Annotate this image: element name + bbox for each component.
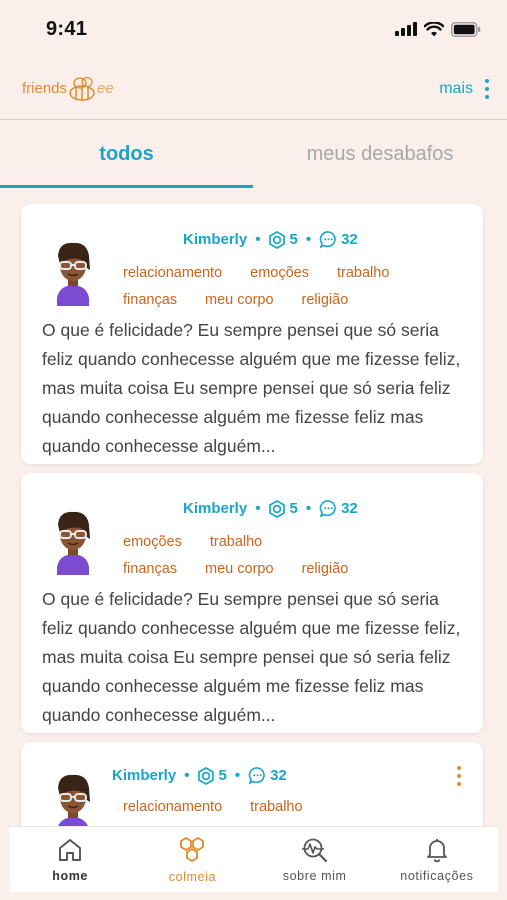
hive-count-value: 5 [218, 767, 227, 784]
separator-dot: • [234, 767, 241, 784]
comment-count[interactable]: 32 [319, 230, 358, 249]
comment-bubble-icon [319, 231, 336, 249]
nav-label: colmeia [168, 869, 217, 884]
post-meta: Kimberly • 5 • 32 [183, 499, 358, 518]
tag[interactable]: religião [302, 556, 349, 583]
tag[interactable]: meu corpo [205, 287, 274, 314]
nav-colmeia[interactable]: colmeia [131, 827, 253, 892]
comment-count[interactable]: 32 [319, 499, 358, 518]
hive-count[interactable]: 5 [268, 230, 298, 249]
nav-home[interactable]: home [9, 827, 131, 892]
nav-sobre-mim[interactable]: sobre mim [254, 827, 376, 892]
avatar [57, 511, 90, 575]
status-bar: 9:41 [0, 0, 507, 58]
app-header: friends ee mais [0, 58, 507, 120]
bee-icon [69, 76, 95, 101]
hexagon-gear-icon [198, 766, 215, 785]
post-meta: Kimberly • 5 • 32 [112, 766, 287, 785]
comment-count-value: 32 [341, 231, 358, 248]
hive-count-value: 5 [289, 231, 298, 248]
tab-meus-desabafos[interactable]: meus desabafos [253, 120, 507, 188]
tag-list: relacionamento trabalho [123, 794, 443, 821]
tag[interactable]: relacionamento [123, 260, 222, 287]
logo-text: friends [22, 80, 68, 97]
post-text[interactable]: O que é felicidade? Eu sempre pensei que… [42, 585, 467, 730]
tag-list: emoções trabalho finanças meu corpo reli… [123, 529, 443, 583]
separator-dot: • [305, 231, 312, 248]
status-time: 9:41 [46, 17, 88, 40]
post-meta: Kimberly • 5 • 32 [183, 230, 358, 249]
nav-label: sobre mim [282, 868, 347, 883]
nav-label: home [52, 868, 88, 883]
tab-todos[interactable]: todos [0, 120, 253, 188]
comment-bubble-icon [319, 500, 336, 518]
more-menu-button[interactable]: mais [439, 78, 489, 99]
separator-dot: • [255, 500, 261, 517]
tag[interactable]: finanças [123, 556, 177, 583]
post-card[interactable]: Kimberly • 5 • 32 relacionamento trabalh… [21, 742, 483, 826]
separator-dot: • [255, 231, 261, 248]
hive-count[interactable]: 5 [197, 766, 227, 785]
avatar [57, 242, 90, 306]
post-card[interactable]: Kimberly • 5 • 32 relacionamento emoções [21, 204, 483, 464]
comment-bubble-icon [248, 767, 265, 785]
separator-dot: • [305, 500, 312, 517]
hexagon-gear-icon [269, 230, 286, 249]
hexagon-gear-icon [269, 499, 286, 518]
tag[interactable]: emoções [123, 529, 182, 556]
wifi-icon [424, 21, 444, 36]
post-card[interactable]: Kimberly • 5 • 32 emoções trabalho finan… [21, 473, 483, 733]
tag[interactable]: religião [302, 287, 349, 314]
bottom-nav: home colmeia sobre mim notificações [9, 826, 498, 892]
tag[interactable]: trabalho [250, 794, 302, 821]
kebab-menu-icon [485, 78, 489, 99]
tag[interactable]: finanças [123, 287, 177, 314]
author-name[interactable]: Kimberly [183, 231, 247, 248]
author-name[interactable]: Kimberly [112, 767, 176, 784]
honeycomb-icon [180, 836, 205, 862]
app-logo[interactable]: friends ee [22, 74, 114, 104]
comment-count[interactable]: 32 [248, 766, 287, 785]
nav-label: notificações [400, 868, 474, 883]
separator-dot: • [184, 767, 190, 784]
comment-count-value: 32 [341, 500, 358, 517]
tag[interactable]: meu corpo [205, 556, 274, 583]
post-feed[interactable]: Kimberly • 5 • 32 relacionamento emoções [9, 194, 498, 826]
more-label: mais [439, 79, 473, 97]
tag[interactable]: trabalho [337, 260, 389, 287]
home-icon [59, 838, 82, 861]
status-icons [395, 21, 481, 37]
heartbeat-search-icon [301, 838, 327, 862]
hive-count[interactable]: 5 [268, 499, 298, 518]
feed-tabs: todos meus desabafos [0, 120, 507, 188]
comment-count-value: 32 [270, 767, 287, 784]
avatar [58, 774, 90, 826]
bell-icon [426, 838, 447, 862]
logo-suffix: ee [97, 80, 114, 97]
battery-icon [451, 21, 481, 37]
signal-icon [395, 22, 417, 36]
tag-list: relacionamento emoções trabalho finanças… [123, 260, 443, 314]
tag[interactable]: trabalho [210, 529, 262, 556]
author-name[interactable]: Kimberly [183, 500, 247, 517]
nav-notificacoes[interactable]: notificações [376, 827, 498, 892]
tag[interactable]: relacionamento [123, 794, 222, 821]
post-text[interactable]: O que é felicidade? Eu sempre pensei que… [42, 316, 467, 461]
tag[interactable]: emoções [250, 260, 309, 287]
hive-count-value: 5 [289, 500, 298, 517]
post-options-icon[interactable] [457, 766, 461, 786]
